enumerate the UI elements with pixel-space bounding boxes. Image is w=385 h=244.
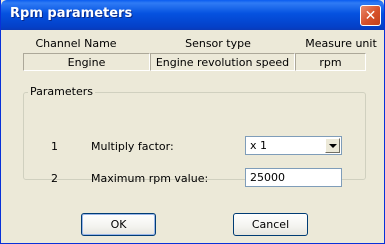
- cell-measure-unit: rpm: [295, 53, 366, 71]
- multiply-factor-dropdown[interactable]: x 1: [245, 136, 342, 155]
- close-button[interactable]: ✕: [360, 5, 381, 26]
- cell-sensor-type: Engine revolution speed: [150, 53, 295, 71]
- max-rpm-label: Maximum rpm value:: [91, 172, 209, 185]
- param-number: 2: [51, 172, 58, 185]
- header-measure-unit: Measure unit: [305, 37, 377, 50]
- max-rpm-input[interactable]: 25000: [245, 168, 342, 187]
- title-bar[interactable]: Rpm parameters ✕: [1, 0, 384, 30]
- multiply-factor-value: x 1: [250, 139, 268, 152]
- window-title: Rpm parameters: [10, 6, 133, 21]
- chevron-down-icon: [328, 143, 337, 148]
- close-icon: ✕: [364, 7, 377, 24]
- dropdown-button[interactable]: [325, 138, 340, 153]
- header-channel-name: Channel Name: [35, 37, 117, 50]
- header-sensor-type: Sensor type: [185, 37, 251, 50]
- multiply-factor-label: Multiply factor:: [91, 140, 174, 153]
- param-number: 1: [51, 140, 58, 153]
- ok-button[interactable]: OK: [81, 213, 156, 236]
- cancel-button[interactable]: Cancel: [233, 213, 308, 236]
- cell-channel-name: Engine: [23, 53, 150, 71]
- dialog-window: Rpm parameters ✕ Channel Name Sensor typ…: [0, 0, 385, 244]
- parameters-group-label: Parameters: [28, 85, 95, 98]
